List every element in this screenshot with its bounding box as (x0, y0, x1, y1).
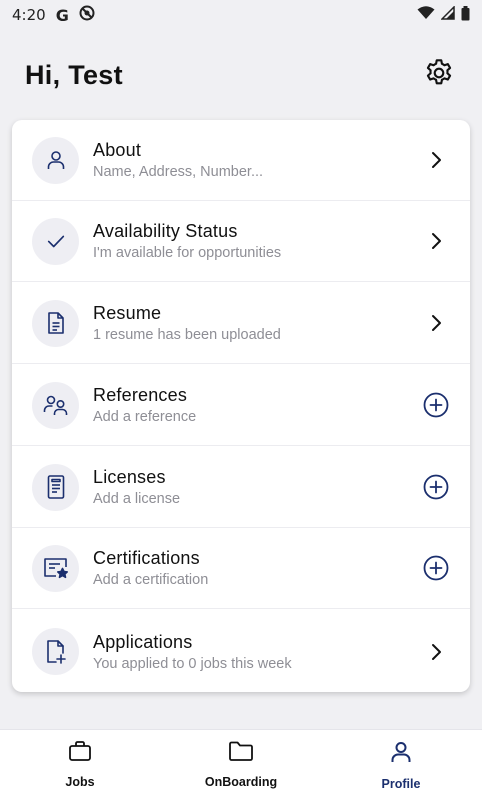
profile-menu-card: About Name, Address, Number... Availabil… (12, 120, 470, 692)
battery-icon (461, 5, 470, 25)
google-icon: G (55, 5, 69, 25)
nav-label: Jobs (65, 775, 95, 789)
menu-item-label: Licenses (93, 467, 166, 487)
status-time: 4:20 (12, 6, 46, 24)
menu-item-certifications[interactable]: Certifications Add a certification (12, 528, 470, 609)
nav-profile[interactable]: Profile (341, 740, 461, 791)
gear-icon (423, 57, 455, 94)
page-title: Hi, Test (25, 59, 123, 90)
menu-item-subtitle: Name, Address, Number... (93, 164, 264, 180)
menu-item-subtitle: You applied to 0 jobs this week (93, 655, 292, 672)
person-icon (32, 136, 79, 184)
menu-item-label: About (93, 140, 142, 160)
menu-item-about[interactable]: About Name, Address, Number... (12, 120, 470, 201)
plus-circle-icon[interactable] (422, 391, 450, 419)
nav-label: Profile (381, 777, 421, 791)
no-disturb-icon (79, 5, 95, 25)
wifi-icon (417, 6, 435, 24)
license-icon (32, 463, 79, 511)
chevron-right-icon[interactable] (422, 146, 450, 174)
bottom-navigation: Jobs OnBoarding Profile (0, 729, 482, 801)
signal-icon (440, 5, 455, 24)
nav-jobs[interactable]: Jobs (20, 740, 140, 789)
menu-item-subtitle: Add a license (93, 491, 181, 507)
settings-button[interactable] (422, 58, 456, 92)
nav-label: OnBoarding (204, 775, 278, 789)
menu-item-subtitle: Add a reference (93, 409, 197, 425)
plus-circle-icon[interactable] (422, 554, 450, 582)
profile-icon (389, 740, 413, 769)
menu-item-label: Certifications (93, 548, 200, 568)
menu-item-label: Applications (93, 631, 193, 652)
chevron-right-icon[interactable] (422, 638, 450, 666)
briefcase-icon (68, 740, 92, 767)
folder-icon (228, 740, 254, 767)
file-add-icon (32, 628, 79, 675)
chevron-right-icon[interactable] (422, 309, 450, 337)
nav-onboarding[interactable]: OnBoarding (181, 740, 301, 789)
menu-item-subtitle: 1 resume has been uploaded (93, 327, 281, 343)
status-bar: 4:20 G (0, 0, 482, 30)
menu-item-label: Availability Status (93, 221, 238, 241)
menu-item-label: Resume (93, 303, 162, 323)
menu-item-subtitle: Add a certification (93, 572, 209, 588)
document-icon (32, 299, 79, 347)
menu-item-licenses[interactable]: Licenses Add a license (12, 447, 470, 528)
menu-item-availability-status[interactable]: Availability Status I'm available for op… (12, 201, 470, 282)
menu-item-references[interactable]: References Add a reference (12, 365, 470, 446)
menu-item-resume[interactable]: Resume 1 resume has been uploaded (12, 283, 470, 364)
certificate-icon (32, 544, 79, 592)
menu-item-label: References (93, 385, 188, 405)
header: Hi, Test (0, 52, 482, 98)
menu-item-subtitle: I'm available for opportunities (93, 245, 282, 261)
plus-circle-icon[interactable] (422, 473, 450, 501)
check-icon (32, 217, 79, 265)
menu-item-applications[interactable]: Applications You applied to 0 jobs this … (12, 611, 470, 692)
chevron-right-icon[interactable] (422, 227, 450, 255)
people-icon (32, 381, 79, 429)
